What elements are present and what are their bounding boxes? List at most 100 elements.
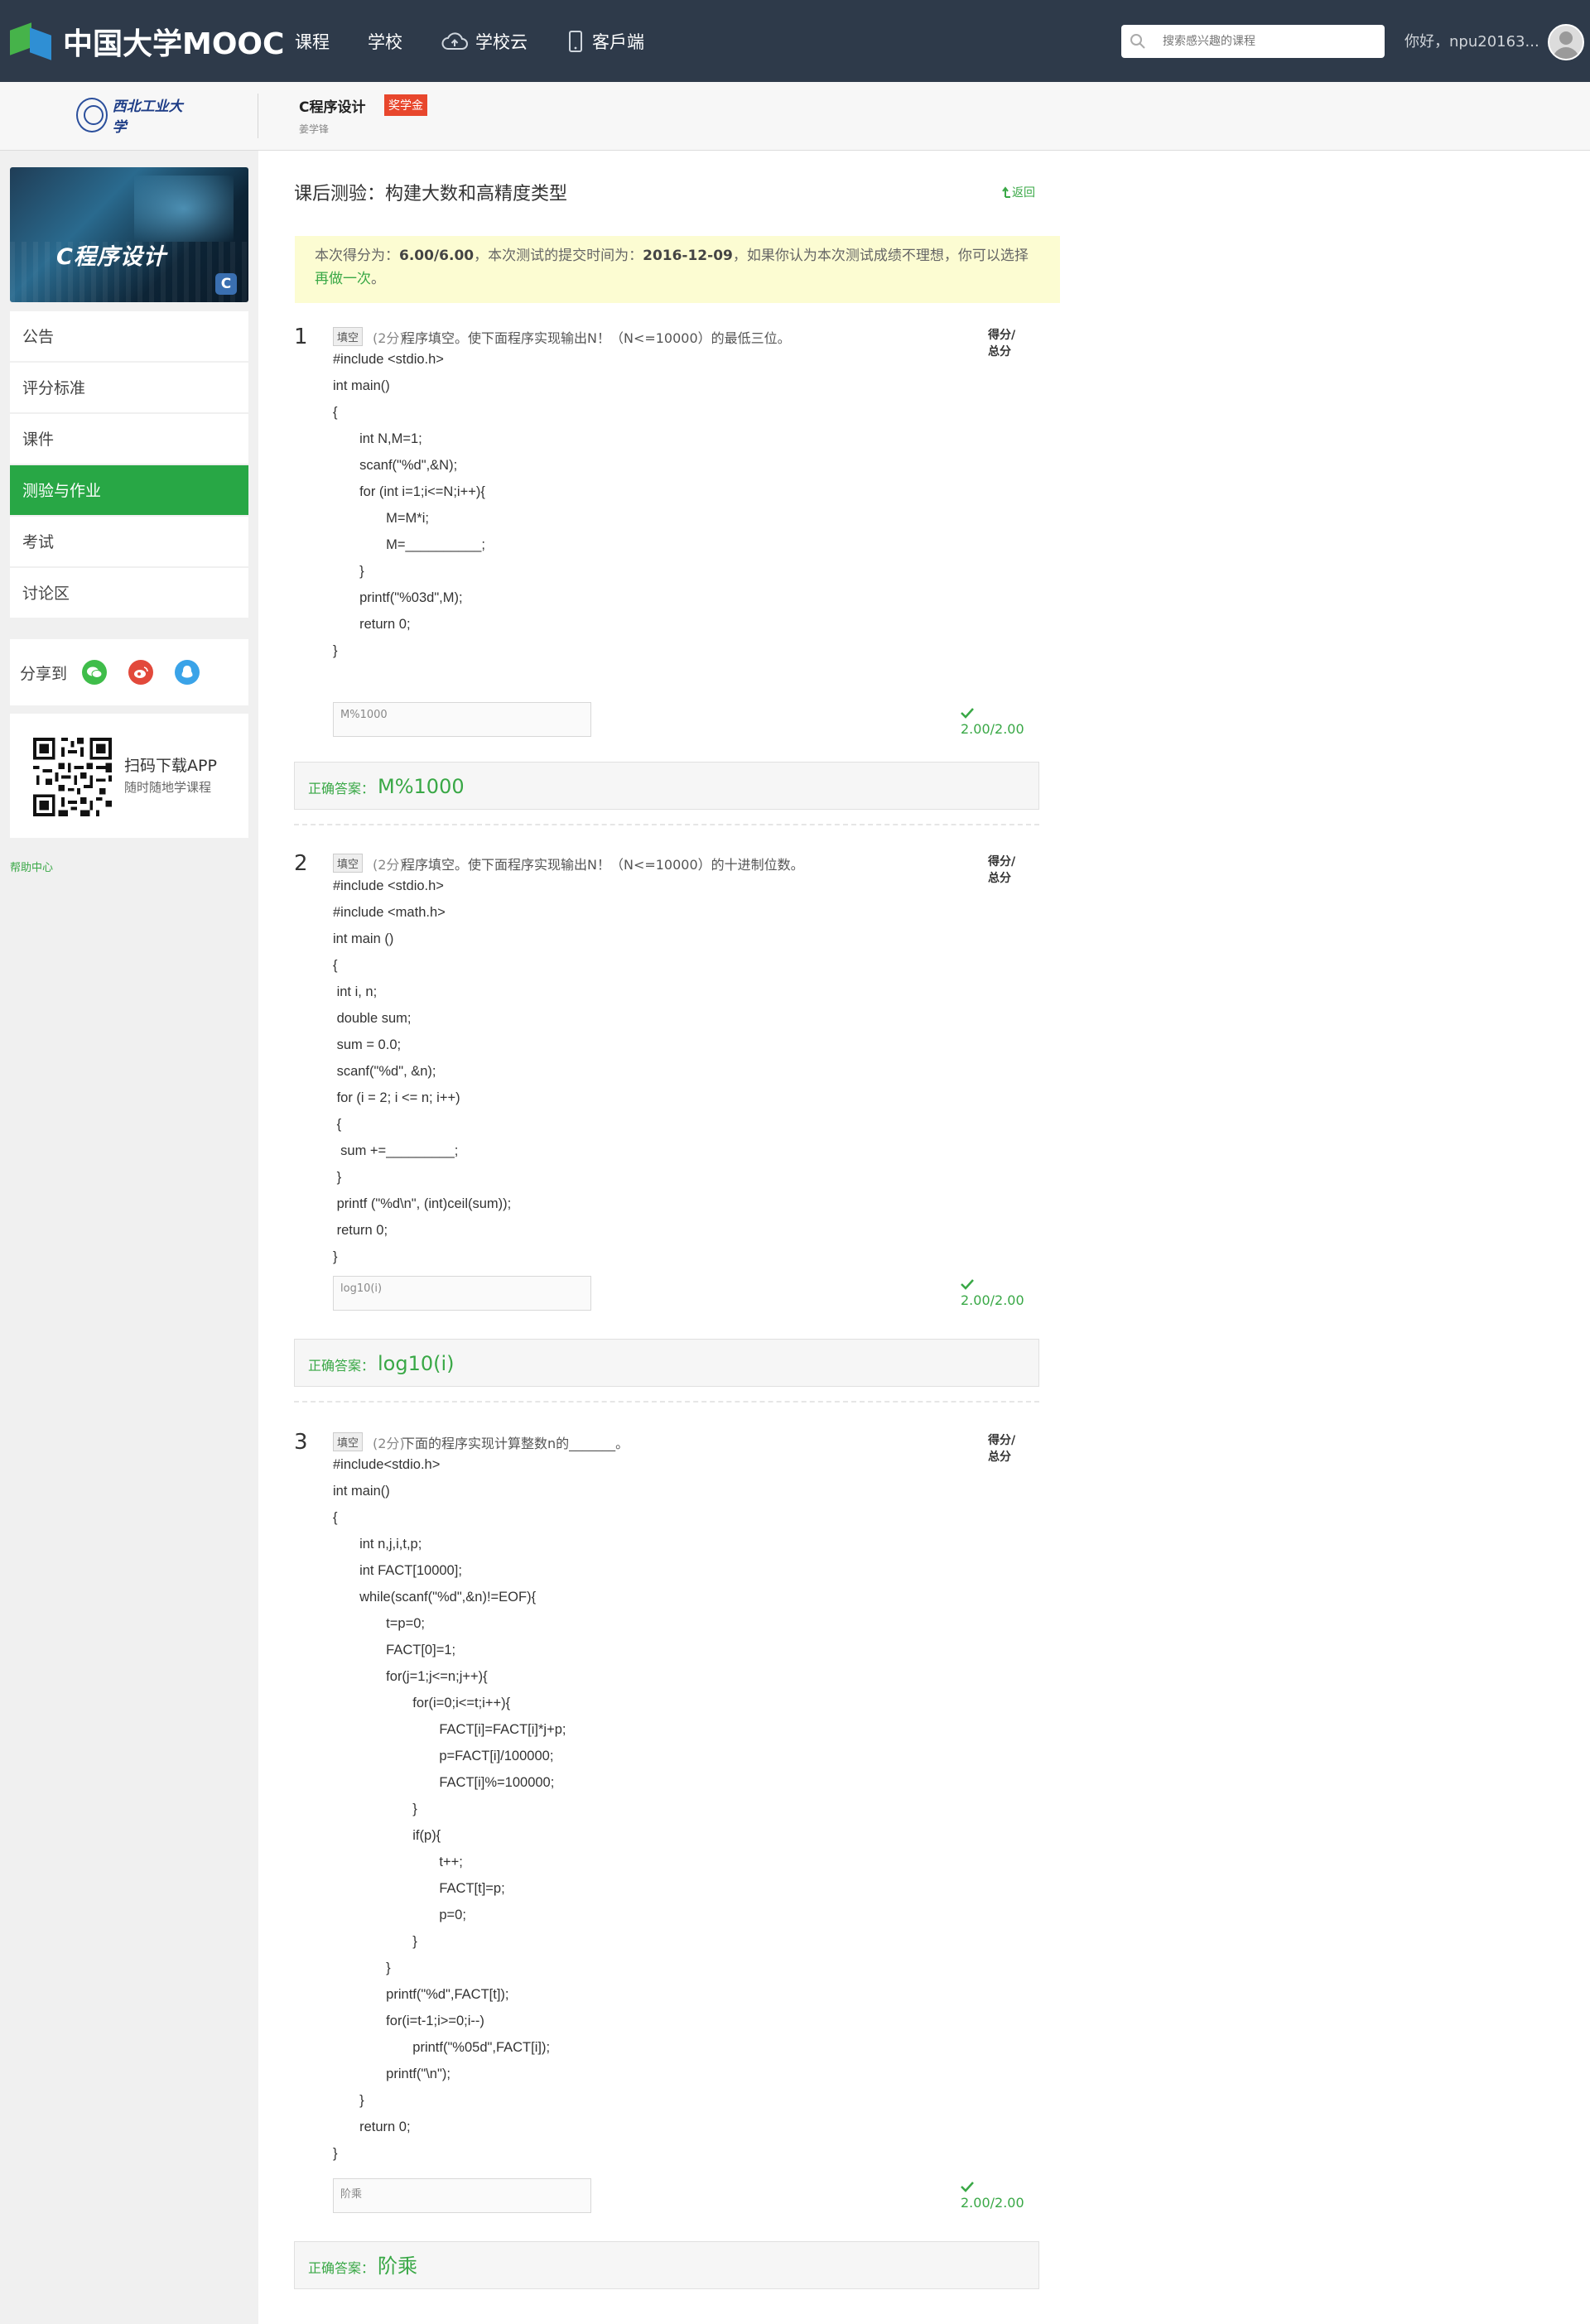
question-score-value: 2.00/2.00 <box>961 1292 1024 1308</box>
question-score: 2.00/2.00 <box>961 2179 1024 2211</box>
answer-input[interactable]: 阶乘 <box>333 2178 591 2213</box>
back-arrow-icon <box>1002 186 1010 198</box>
search-input[interactable] <box>1161 34 1371 49</box>
question-number: 3 <box>294 1430 308 1455</box>
share-label: 分享到 <box>20 664 68 683</box>
answer-input[interactable]: M%1000 <box>333 702 591 737</box>
question-2: 2 填空 (2分) 程序填空。使下面程序实现输出N！（N<=10000）的十进制… <box>294 851 1039 1513</box>
wechat-icon[interactable] <box>82 660 108 685</box>
nav-courses-label: 课程 <box>295 31 330 52</box>
menu-courseware[interactable]: 课件 <box>10 414 248 465</box>
main-content: 课后测验：构建大数和高精度类型 返回 本次得分为：6.00/6.00，本次测试的… <box>258 151 1590 2324</box>
check-icon <box>961 2182 974 2192</box>
sidebar: C程序设计 C 公告 评分标准 课件 测验与作业 考试 讨论区 分享到 扫码下载… <box>0 151 258 2324</box>
question-type-tag: 填空 <box>333 327 364 346</box>
menu-exam[interactable]: 考试 <box>10 517 248 568</box>
notice-prefix: 本次得分为： <box>315 248 399 264</box>
user-greeting[interactable]: 你好，npu20163... <box>1404 30 1539 51</box>
check-icon <box>961 1279 974 1290</box>
course-header: 西北工业大学 C程序设计 奖学金 姜学锋 <box>0 82 1590 151</box>
menu-announcements[interactable]: 公告 <box>10 311 248 363</box>
course-banner: C程序设计 C <box>10 167 248 302</box>
answer-input[interactable]: log10(i) <box>333 1276 591 1311</box>
nav-schools-label: 学校 <box>368 31 402 52</box>
question-stem: 程序填空。使下面程序实现输出N！（N<=10000）的十进制位数。 <box>402 857 804 873</box>
score-total-label: 得分/总分 <box>988 855 1016 885</box>
back-link[interactable]: 返回 <box>1002 184 1035 200</box>
correct-answer-box: 正确答案： log10(i) <box>294 1339 1039 1387</box>
qq-icon[interactable] <box>175 660 200 685</box>
search-icon <box>1130 34 1145 49</box>
menu-grading-criteria[interactable]: 评分标准 <box>10 363 248 414</box>
correct-answer-box: 正确答案： 阶乘 <box>294 2241 1039 2289</box>
course-menu: 公告 评分标准 课件 测验与作业 考试 讨论区 <box>10 311 248 619</box>
school-name: 西北工业大学 <box>112 99 183 136</box>
correct-answer-value: M%1000 <box>378 775 465 798</box>
page-title: 课后测验：构建大数和高精度类型 <box>294 184 568 204</box>
c-language-icon: C <box>215 273 237 295</box>
nav-schools[interactable]: 学校 <box>368 29 402 54</box>
app-download-title: 扫码下载APP <box>124 757 217 775</box>
question-code: #include <stdio.h> int main() { int N,M=… <box>333 352 485 658</box>
correct-answer-label: 正确答案： <box>308 1358 375 1374</box>
question-score: 2.00/2.00 <box>961 705 1024 737</box>
notice-date: 2016-12-09 <box>643 248 733 264</box>
notice-suffix: ，如果你认为本次测试成绩不理想，你可以选择 <box>732 248 1029 264</box>
menu-discussion[interactable]: 讨论区 <box>10 568 248 619</box>
question-code: #include <stdio.h> #include <math.h> int… <box>333 878 512 1264</box>
weibo-icon[interactable] <box>128 660 154 685</box>
question-points: (2分) <box>373 330 405 346</box>
question-3: 3 填空 (2分) 下面的程序实现计算整数n的_______。 得分/总分 #i… <box>294 1430 1039 2289</box>
menu-quizzes-homework[interactable]: 测验与作业 <box>10 465 248 517</box>
question-separator <box>294 1401 1039 1403</box>
user-avatar[interactable] <box>1548 24 1584 60</box>
question-score: 2.00/2.00 <box>961 1277 1024 1308</box>
mobile-phone-icon <box>569 30 582 52</box>
course-title[interactable]: C程序设计 <box>299 95 365 116</box>
check-icon <box>961 708 974 719</box>
question-number: 2 <box>294 851 308 876</box>
notice-end: 。 <box>371 271 385 287</box>
scholarship-badge: 奖学金 <box>384 94 427 116</box>
nav-client-label: 客戶端 <box>592 31 644 52</box>
question-points: (2分) <box>373 857 405 873</box>
question-stem: 下面的程序实现计算整数n的_______。 <box>402 1436 629 1451</box>
share-panel: 分享到 <box>10 639 248 705</box>
score-total-label: 得分/总分 <box>988 329 1016 358</box>
school-seal-icon <box>76 98 108 132</box>
notice-score: 6.00/6.00 <box>399 248 475 264</box>
course-teacher[interactable]: 姜学锋 <box>299 122 329 136</box>
nav-client[interactable]: 客戶端 <box>566 29 644 54</box>
question-stem: 程序填空。使下面程序实现输出N！（N<=10000）的最低三位。 <box>402 330 791 346</box>
mooc-logo-icon <box>10 22 55 60</box>
retry-link[interactable]: 再做一次 <box>315 271 371 287</box>
correct-answer-value: log10(i) <box>378 1352 455 1375</box>
correct-answer-label: 正确答案： <box>308 781 375 796</box>
question-type-tag: 填空 <box>333 854 364 873</box>
back-link-label: 返回 <box>1012 186 1035 200</box>
question-score-value: 2.00/2.00 <box>961 2195 1024 2211</box>
correct-answer-label: 正确答案： <box>308 2260 375 2276</box>
site-logo[interactable]: 中国大学MOOC <box>10 22 284 61</box>
nav-school-cloud[interactable]: 学校云 <box>441 29 528 54</box>
score-total-label: 得分/总分 <box>988 1434 1016 1464</box>
question-score-value: 2.00/2.00 <box>961 721 1024 737</box>
question-number: 1 <box>294 325 308 349</box>
notice-middle: ，本次测试的提交时间为： <box>474 248 643 264</box>
correct-answer-value: 阶乘 <box>378 2254 418 2278</box>
question-points: (2分) <box>373 1436 405 1451</box>
main-nav: 课程 学校 学校云 客戶端 <box>295 0 682 82</box>
banner-title: C程序设计 <box>56 244 166 270</box>
app-download-panel: 扫码下载APP 随时随地学课程 <box>10 714 248 838</box>
school-logo[interactable]: 西北工业大学 <box>76 98 187 136</box>
cloud-upload-icon <box>441 31 468 50</box>
search-box[interactable] <box>1121 25 1385 58</box>
help-center-link[interactable]: 帮助中心 <box>10 859 53 874</box>
qr-code-icon[interactable] <box>33 738 112 816</box>
question-separator <box>294 824 1039 825</box>
nav-courses[interactable]: 课程 <box>295 29 330 54</box>
nav-school-cloud-label: 学校云 <box>475 31 528 52</box>
question-type-tag: 填空 <box>333 1432 364 1451</box>
top-navbar: 中国大学MOOC 课程 学校 学校云 客戶端 你好，npu20163... <box>0 0 1590 82</box>
question-code: #include<stdio.h> int main() { int n,j,i… <box>333 1457 566 2161</box>
